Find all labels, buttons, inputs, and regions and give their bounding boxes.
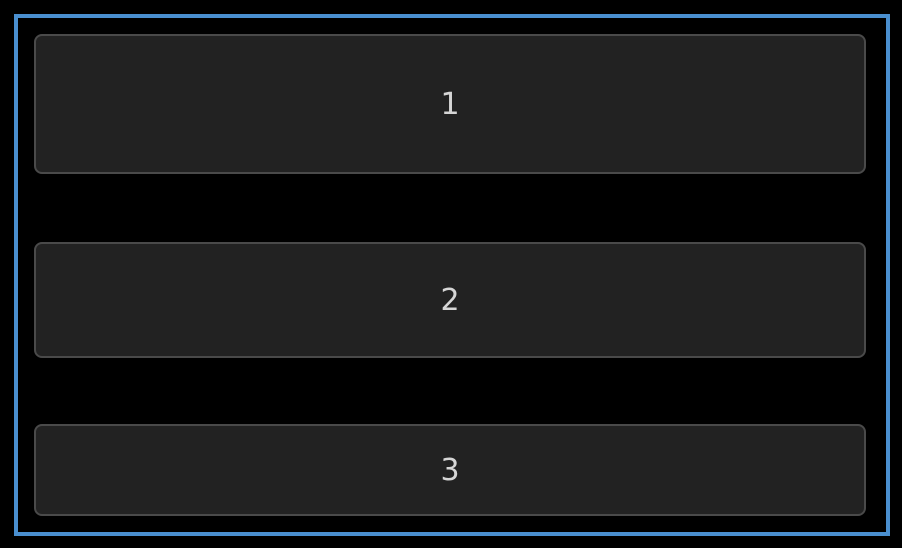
list-item-label: 2 — [440, 282, 460, 318]
list-item[interactable]: 2 — [34, 242, 866, 358]
list-item[interactable]: 1 — [34, 34, 866, 174]
list-item[interactable]: 3 — [34, 424, 866, 516]
focused-container: 1 2 3 — [14, 14, 890, 536]
list-item-label: 3 — [440, 452, 460, 488]
list-item-label: 1 — [440, 86, 460, 122]
